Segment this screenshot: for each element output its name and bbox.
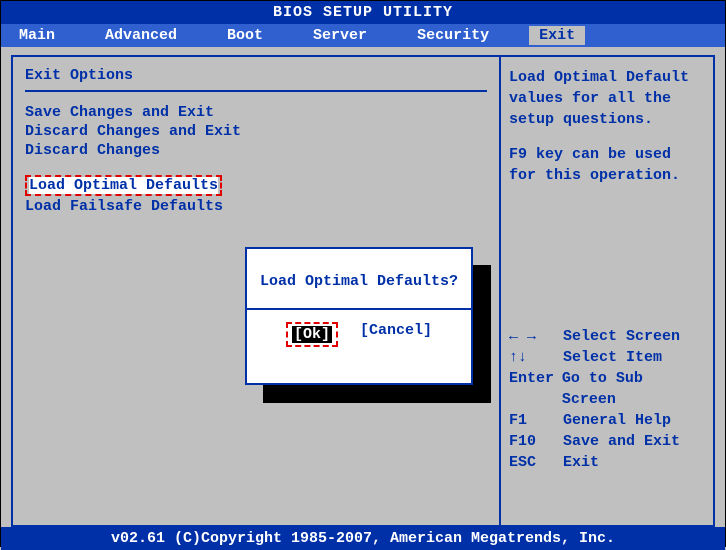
help-line: Load Optimal Default [509,67,703,88]
help-keys: ← →Select Screen ↑↓Select Item EnterGo t… [509,326,703,473]
opt-discard-exit[interactable]: Discard Changes and Exit [25,123,487,140]
divider [25,90,487,92]
key-row: F1General Help [509,410,703,431]
dialog-buttons: [Ok] [Cancel] [247,310,471,359]
app-title: BIOS SETUP UTILITY [273,4,453,21]
confirm-dialog: Load Optimal Defaults? [Ok] [Cancel] [245,247,473,385]
ok-button[interactable]: [Ok] [292,326,332,343]
key-row: ← →Select Screen [509,326,703,347]
right-panel: Load Optimal Default values for all the … [499,55,715,527]
menu-advanced[interactable]: Advanced [95,26,187,45]
opt-load-optimal[interactable]: Load Optimal Defaults [25,175,487,196]
menu-server[interactable]: Server [303,26,377,45]
menu-boot[interactable]: Boot [217,26,273,45]
opt-discard-changes[interactable]: Discard Changes [25,142,487,159]
key-row: ↑↓Select Item [509,347,703,368]
key-row: F10Save and Exit [509,431,703,452]
cancel-button[interactable]: [Cancel] [360,322,432,347]
help-line: F9 key can be used [509,144,703,165]
menu-exit[interactable]: Exit [529,26,585,45]
opt-save-exit[interactable]: Save Changes and Exit [25,104,487,121]
help-line: for this operation. [509,165,703,186]
title-bar: BIOS SETUP UTILITY [1,1,725,24]
exit-options-heading: Exit Options [25,67,487,84]
help-line: values for all the [509,88,703,109]
help-line: setup questions. [509,109,703,130]
dialog-message: Load Optimal Defaults? [247,249,471,308]
menu-main[interactable]: Main [9,26,65,45]
content-area: Exit Options Save Changes and Exit Disca… [1,47,725,527]
key-row: EnterGo to Sub Screen [509,368,703,410]
annotation-highlight: Load Optimal Defaults [25,175,222,196]
menu-bar: Main Advanced Boot Server Security Exit [1,24,725,47]
key-row: ESCExit [509,452,703,473]
help-text: Load Optimal Default values for all the … [509,67,703,186]
menu-security[interactable]: Security [407,26,499,45]
copyright: v02.61 (C)Copyright 1985-2007, American … [111,530,615,547]
opt-load-optimal-label: Load Optimal Defaults [29,177,218,194]
annotation-highlight-ok: [Ok] [286,322,338,347]
opt-load-failsafe[interactable]: Load Failsafe Defaults [25,198,487,215]
